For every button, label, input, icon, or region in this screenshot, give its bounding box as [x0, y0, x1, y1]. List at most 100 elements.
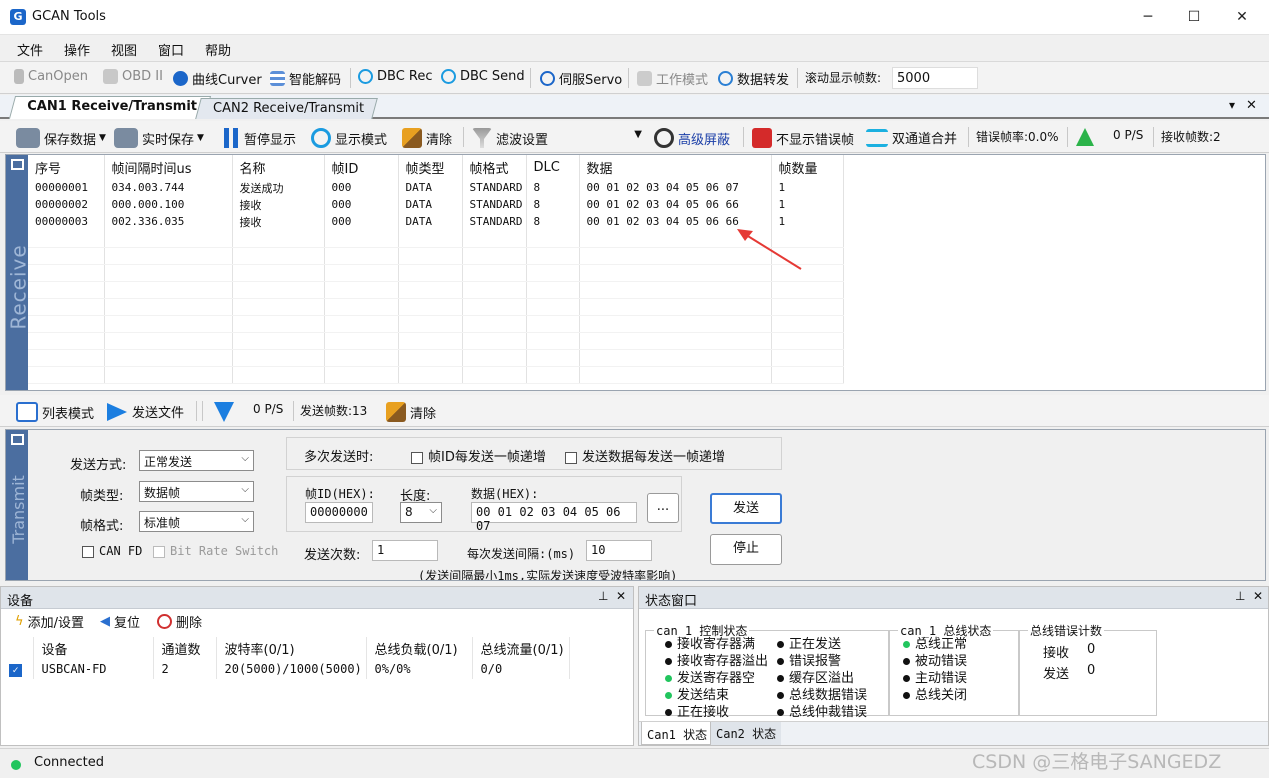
servo-button[interactable]: 伺服Servo — [540, 69, 622, 88]
cell-frame-format: STANDARD — [462, 196, 527, 213]
brs-checkbox[interactable]: Bit Rate Switch — [153, 544, 278, 558]
display-mode-button[interactable]: 显示模式 — [311, 128, 387, 148]
col-interval[interactable]: 帧间隔时间us — [104, 155, 233, 179]
menu-file[interactable]: 文件 — [17, 40, 43, 59]
send-file-button[interactable]: 发送文件 — [107, 402, 184, 421]
col-frame-count[interactable]: 帧数量 — [771, 155, 844, 179]
col-frame-id[interactable]: 帧ID — [324, 155, 399, 179]
menu-view[interactable]: 视图 — [111, 40, 137, 59]
increment-data-checkbox[interactable]: 发送数据每发送一帧递增 — [565, 446, 725, 465]
col-frame-type[interactable]: 帧类型 — [398, 155, 463, 179]
frame-id-input[interactable]: 00000000 — [305, 502, 373, 523]
data-input[interactable]: 00 01 02 03 04 05 06 07 — [471, 502, 637, 533]
toolbar-separator — [628, 68, 629, 88]
clear-receive-button[interactable]: 清除 — [402, 128, 452, 148]
dbc-rec-button[interactable]: DBC Rec — [358, 69, 433, 84]
length-select[interactable]: 8 ⌵ — [400, 502, 442, 523]
canfd-checkbox[interactable]: CAN FD — [82, 544, 142, 558]
device-select-checkbox[interactable]: ✓ — [1, 659, 34, 679]
black-dot-icon — [777, 675, 784, 682]
col-baudrate[interactable]: 波特率(0/1) — [216, 637, 367, 659]
tab-can2[interactable]: CAN2 Receive/Transmit — [195, 98, 378, 119]
col-data[interactable]: 数据 — [579, 155, 772, 179]
list-mode-button[interactable]: 列表模式 — [16, 402, 94, 422]
workmode-button[interactable]: 工作模式 — [637, 69, 708, 88]
filter-dropdown[interactable]: ▼ — [560, 126, 646, 148]
interval-input[interactable]: 10 — [586, 540, 652, 561]
frame-format-value: 标准帧 — [144, 516, 181, 530]
empty-cell — [104, 247, 233, 265]
frame-type-select[interactable]: 数据帧 ⌵ — [139, 481, 254, 502]
send-mode-select[interactable]: 正常发送 ⌵ — [139, 450, 254, 471]
stop-button[interactable]: 停止 — [710, 534, 782, 565]
send-count-input[interactable]: 1 — [372, 540, 438, 561]
tab-can2-status[interactable]: Can2 状态 — [711, 722, 781, 745]
black-dot-icon — [903, 658, 910, 665]
col-bus-flow[interactable]: 总线流量(0/1) — [472, 637, 570, 659]
tab-can1-status[interactable]: Can1 状态 — [641, 722, 711, 745]
panel-toggle-icon[interactable] — [11, 159, 24, 170]
merge-channels-button[interactable]: 双通道合并 — [866, 128, 957, 147]
tx-error-value: 0 — [1087, 663, 1096, 678]
reset-button[interactable]: ◀ 复位 — [100, 612, 140, 631]
decode-button[interactable]: 智能解码 — [270, 69, 341, 88]
close-button[interactable]: ✕ — [1219, 0, 1265, 35]
menu-help[interactable]: 帮助 — [205, 40, 231, 59]
pin-icon[interactable]: ⊥ — [1235, 589, 1245, 603]
checkbox-icon — [82, 545, 94, 558]
receive-panel: Receive 序号 帧间隔时间us 名称 帧ID 帧类型 帧格式 DLC 数据… — [5, 154, 1266, 391]
cell-data: 00 01 02 03 04 05 06 66 — [579, 196, 772, 213]
table-row[interactable]: 00000002 000.000.100 接收 000 DATA STANDARD 8 00 … — [28, 196, 844, 213]
more-data-button[interactable]: ... — [647, 493, 679, 523]
col-frame-format[interactable]: 帧格式 — [462, 155, 527, 179]
frame-format-select[interactable]: 标准帧 ⌵ — [139, 511, 254, 532]
delete-button[interactable]: 删除 — [157, 612, 202, 631]
toolbar-separator — [797, 68, 798, 88]
hide-error-frames-button[interactable]: 不显示错误帧 — [752, 128, 854, 148]
obd-button[interactable]: OBD II — [103, 69, 163, 84]
clear-send-button[interactable]: 清除 — [386, 402, 436, 422]
scroll-count-input[interactable]: 5000 — [892, 67, 978, 89]
col-channels[interactable]: 通道数 — [153, 637, 217, 659]
pin-icon[interactable]: ⊥ — [598, 589, 608, 603]
forward-button[interactable]: 数据转发 — [718, 69, 789, 88]
tab-can1[interactable]: CAN1 Receive/Transmit — [8, 96, 211, 119]
save-data-button[interactable]: 保存数据 ▼ — [16, 128, 106, 148]
close-icon[interactable]: ✕ — [616, 589, 626, 603]
table-row[interactable]: 00000003 002.336.035 接收 000 DATA STANDARD 8 00 … — [28, 213, 844, 230]
col-seq[interactable]: 序号 — [28, 155, 105, 179]
obd-label: OBD II — [122, 69, 163, 84]
send-button[interactable]: 发送 — [710, 493, 782, 524]
status-tabs: Can1 状态 Can2 状态 — [639, 721, 1268, 745]
pause-display-button[interactable]: 暂停显示 — [224, 128, 296, 148]
col-name[interactable]: 名称 — [232, 155, 325, 179]
minimize-button[interactable]: ─ — [1125, 0, 1171, 35]
menu-window[interactable]: 窗口 — [158, 40, 184, 59]
filter-settings-button[interactable]: 滤波设置 — [472, 128, 548, 148]
annotation-arrow — [737, 229, 802, 270]
status-indicator-label: 总线仲裁错误 — [789, 705, 868, 720]
table-row[interactable]: 00000001 034.003.744 发送成功 000 DATA STANDARD 8 0… — [28, 179, 844, 196]
dbc-send-button[interactable]: DBC Send — [441, 69, 525, 84]
col-bus-load[interactable]: 总线负载(0/1) — [366, 637, 473, 659]
canopen-button[interactable]: CanOpen — [14, 69, 88, 84]
increment-id-checkbox[interactable]: 帧ID每发送一帧递增 — [411, 446, 546, 465]
workmode-label: 工作模式 — [656, 73, 709, 88]
add-settings-button[interactable]: ϟ 添加/设置 — [15, 612, 84, 631]
col-dlc[interactable]: DLC — [526, 155, 580, 179]
device-row[interactable]: ✓ USBCAN-FD 2 20(5000)/1000(5000) 0%/0% … — [1, 659, 570, 679]
tab-close-icon[interactable]: ✕ — [1246, 98, 1257, 113]
panel-toggle-icon[interactable] — [11, 434, 24, 445]
empty-cell — [462, 332, 527, 350]
menu-operate[interactable]: 操作 — [64, 40, 90, 59]
curver-button[interactable]: 曲线Curver — [173, 69, 262, 88]
maximize-button[interactable]: ☐ — [1171, 0, 1217, 35]
col-device[interactable]: 设备 — [33, 637, 154, 659]
realtime-save-button[interactable]: 实时保存 ▼ — [114, 128, 204, 148]
empty-cell — [526, 281, 580, 299]
close-icon[interactable]: ✕ — [1253, 589, 1263, 603]
device-name: USBCAN-FD — [33, 659, 154, 679]
advanced-mask-button[interactable]: 高级屏蔽 — [654, 128, 730, 148]
tab-menu-icon[interactable]: ▾ — [1229, 98, 1235, 112]
empty-cell — [579, 332, 772, 350]
